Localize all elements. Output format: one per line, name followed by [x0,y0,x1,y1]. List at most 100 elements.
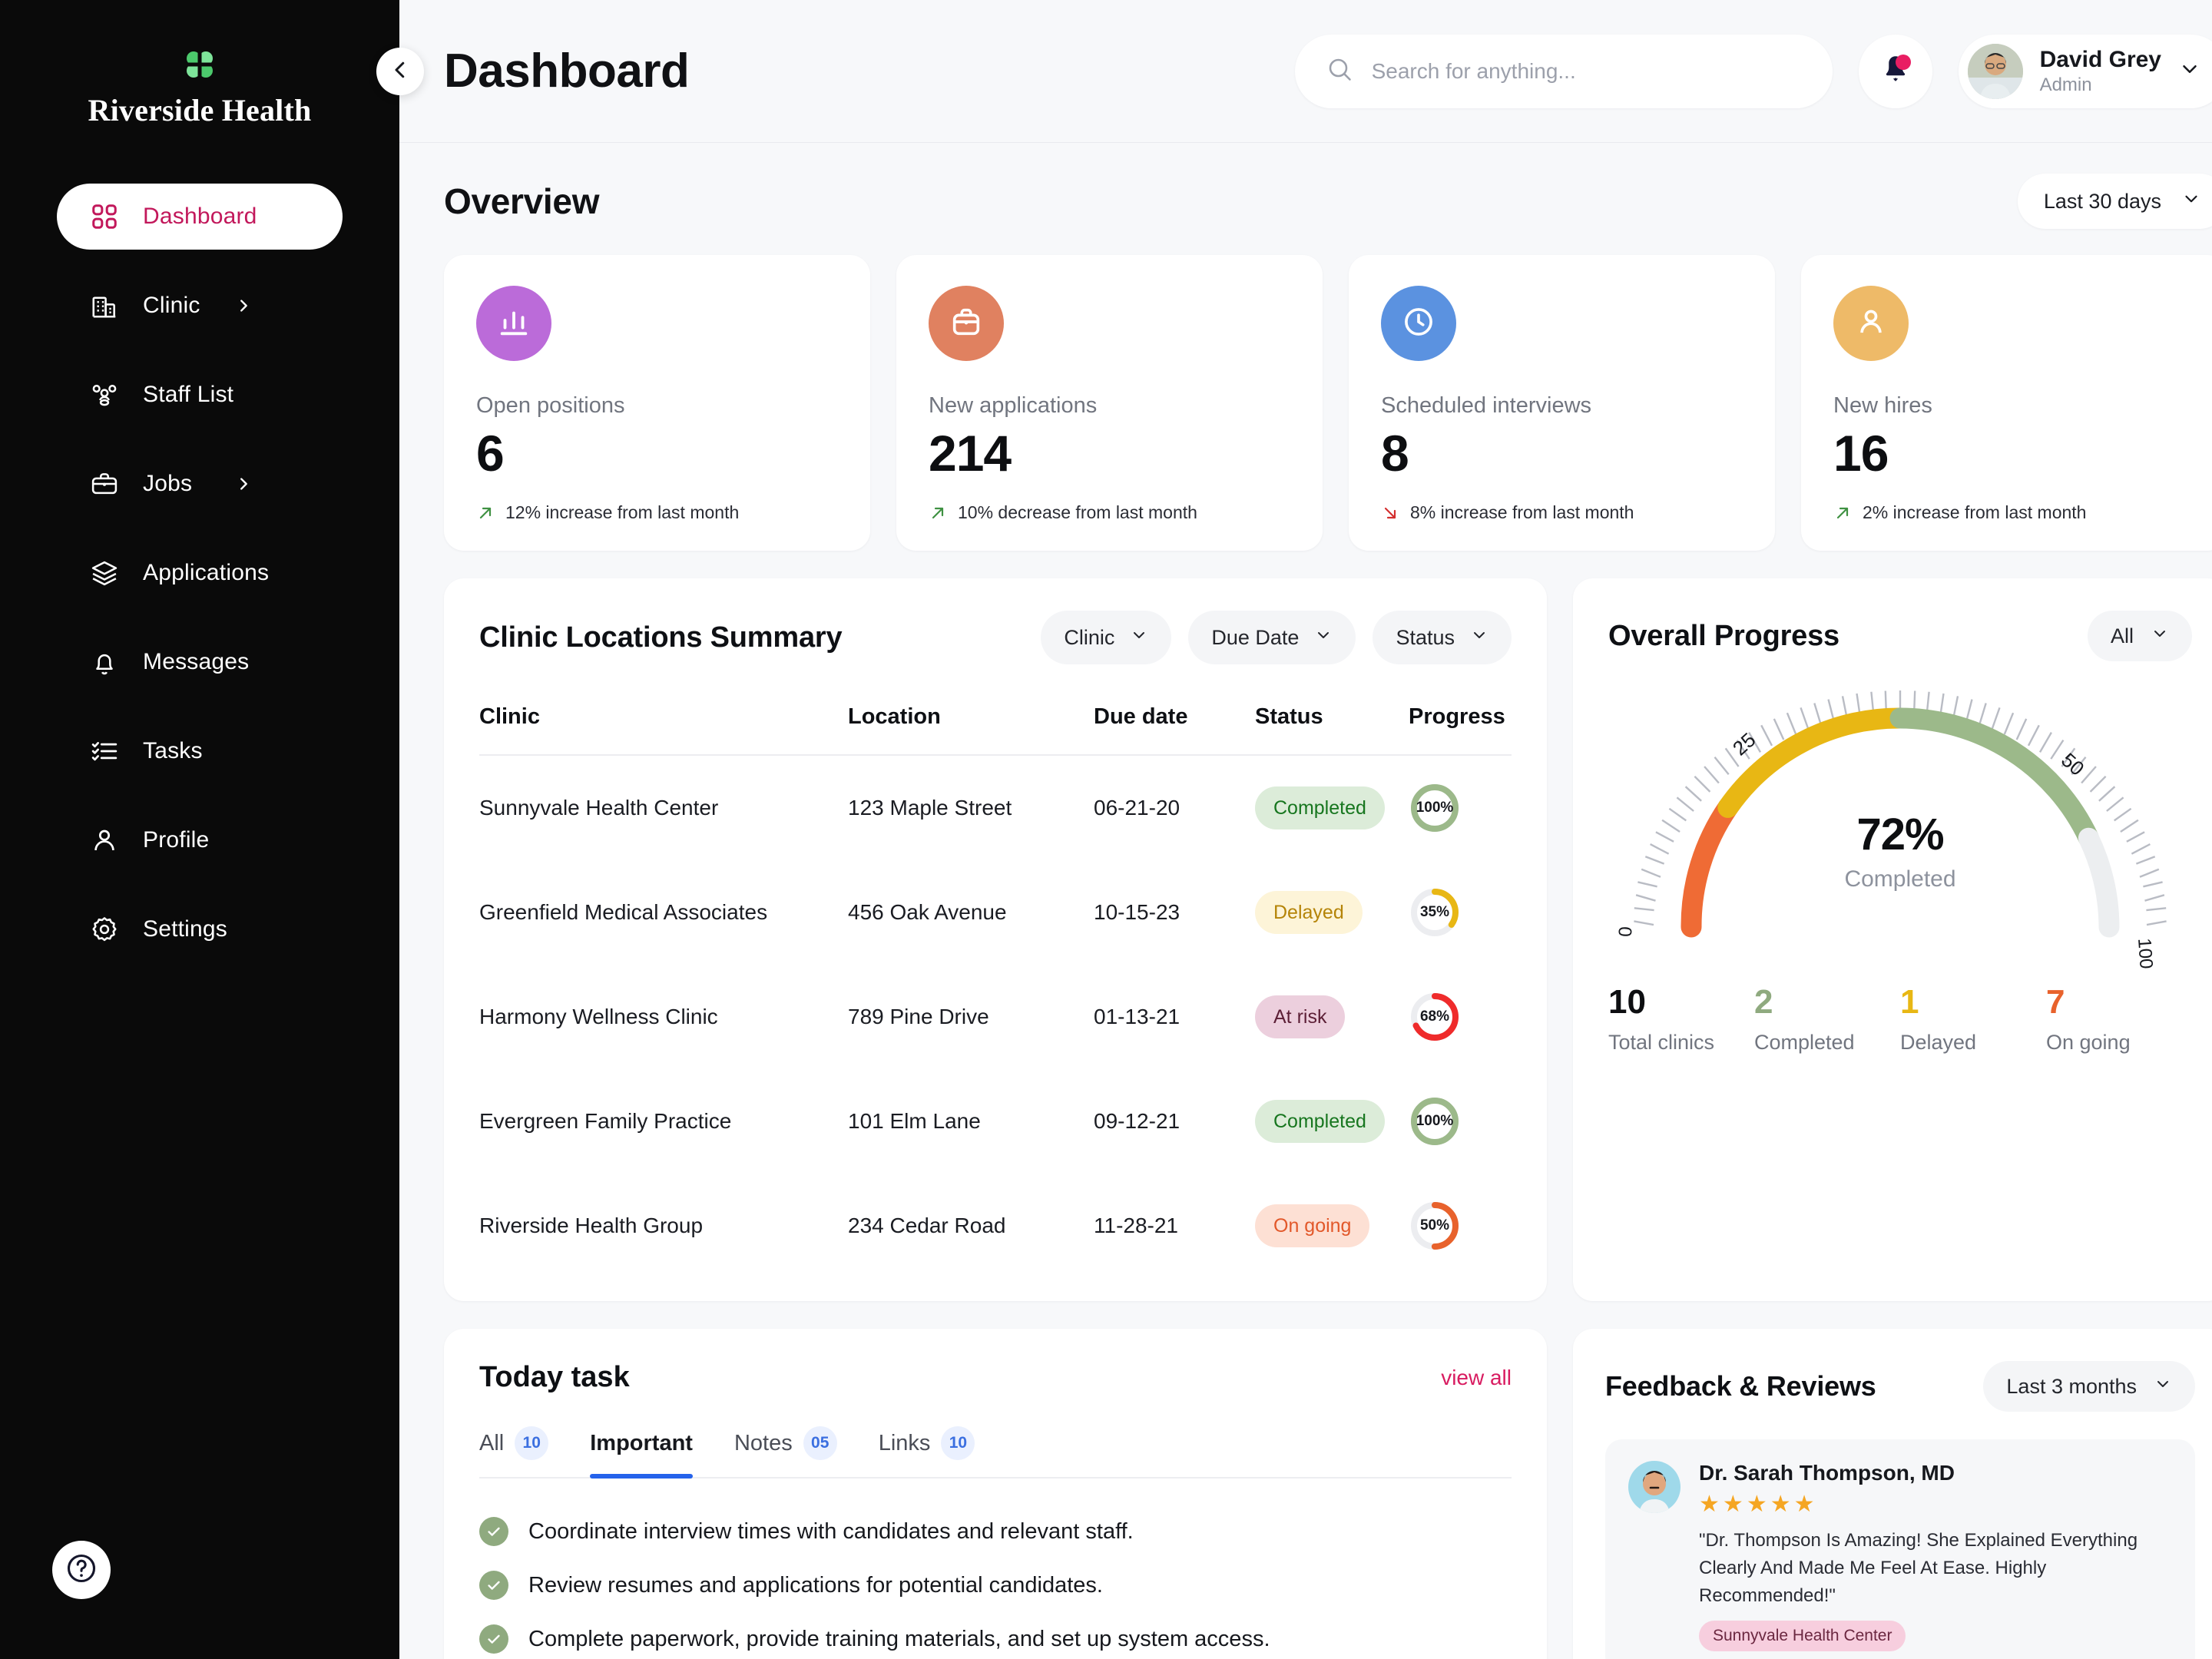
gauge-header: Overall Progress All [1608,611,2192,662]
filter-clinic[interactable]: Clinic [1041,611,1172,665]
status-badge: Completed [1255,786,1385,830]
cell-progress: 35% [1409,860,1512,965]
gauge-filter[interactable]: All [2087,611,2192,662]
stat-value: 214 [929,425,1012,482]
sidebar-item-settings[interactable]: Settings [57,896,343,962]
stat-card: Scheduled interviews 8 8% increase from … [1349,255,1775,551]
user-menu[interactable]: David Grey Admin [1958,34,2212,108]
cell-due-date: 06-21-20 [1094,796,1181,820]
stat-delta-text: 10% decrease from last month [958,502,1197,523]
arrow-down-icon [1381,504,1399,522]
overview-header: Overview Last 30 days [444,174,2212,229]
col-header-status: Status [1255,704,1409,757]
people-icon [89,379,120,410]
sidebar-item-clinic[interactable]: Clinic [57,273,343,339]
sidebar-item-staff-list[interactable]: Staff List [57,362,343,428]
stat-delta: 10% decrease from last month [929,502,1290,523]
tab-important[interactable]: Important [590,1426,693,1479]
stat-value: 8 [1381,425,1409,482]
user-meta: David Grey Admin [2040,46,2161,97]
sidebar-item-dashboard[interactable]: Dashboard [57,184,343,250]
cell-due-date: 09-12-21 [1094,1109,1181,1134]
chevron-down-icon [1314,626,1333,650]
bar-chart-icon [496,304,531,343]
table-row[interactable]: Greenfield Medical Associates 456 Oak Av… [479,860,1512,965]
brand-name: Riverside Health [88,93,312,127]
feedback-filter[interactable]: Last 3 months [1983,1361,2195,1412]
progress-ring: 35% [1409,886,1461,939]
col-header-location: Location [848,704,1094,757]
sidebar-item-messages[interactable]: Messages [57,629,343,695]
clover-icon [183,48,217,81]
filter-label: Due Date [1211,625,1300,649]
arrow-up-icon [1833,504,1852,522]
table-row[interactable]: Harmony Wellness Clinic 789 Pine Drive 0… [479,965,1512,1069]
question-circle-icon [65,1551,98,1589]
sidebar-item-label: Profile [143,827,210,853]
user-icon [1853,304,1889,343]
sidebar-item-tasks[interactable]: Tasks [57,718,343,784]
sidebar-item-label: Clinic [143,293,200,318]
stat-icon-wrap [929,286,1004,361]
page-title: Dashboard [444,45,690,98]
table-row[interactable]: Sunnyvale Health Center 123 Maple Street… [479,755,1512,860]
sidebar-item-label: Dashboard [143,204,257,229]
cell-status: Completed [1255,755,1409,860]
gauge-summary-item: 7 On going [2046,983,2192,1054]
feedback-filter-label: Last 3 months [2006,1374,2137,1398]
sidebar-item-jobs[interactable]: Jobs [57,451,343,517]
check-circle-icon[interactable] [479,1571,508,1601]
check-circle-icon[interactable] [479,1624,508,1654]
sidebar: Riverside Health Dashboard Clinic Staff … [0,0,424,1659]
task-item[interactable]: Review resumes and applications for pote… [479,1558,1512,1612]
topbar-actions: David Grey Admin [1294,34,2212,108]
gauge-summary-item: 2 Completed [1754,983,1900,1054]
search-bar[interactable] [1294,34,1833,108]
task-item[interactable]: Coordinate interview times with candidat… [479,1505,1512,1558]
help-button[interactable] [52,1541,111,1599]
task-card-header: Today task view all [479,1361,1512,1394]
stat-label: New hires [1833,393,1932,418]
summary-value: 2 [1754,983,1773,1022]
search-input[interactable] [1371,58,1802,84]
check-circle-icon[interactable] [479,1517,508,1547]
progress-ring: 68% [1409,991,1461,1043]
summary-label: Delayed [1900,1030,1977,1054]
progress-ring: 100% [1409,1095,1461,1147]
progress-value: 100% [1416,800,1454,816]
filter-due-date[interactable]: Due Date [1188,611,1356,665]
date-range-filter[interactable]: Last 30 days [2017,174,2212,229]
table-row[interactable]: Riverside Health Group 234 Cedar Road 11… [479,1174,1512,1278]
status-badge: On going [1255,1204,1370,1248]
review-clinic-chip: Sunnyvale Health Center [1699,1621,1906,1652]
notifications-button[interactable] [1858,34,1932,108]
tab-label: Important [590,1430,693,1455]
table-row[interactable]: Evergreen Family Practice 101 Elm Lane 0… [479,1069,1512,1174]
tab-notes[interactable]: Notes 05 [734,1426,837,1477]
briefcase-icon [949,304,984,343]
clinic-card-title: Clinic Locations Summary [479,621,843,654]
sidebar-item-profile[interactable]: Profile [57,807,343,873]
filter-label: Clinic [1064,625,1115,649]
progress-value: 68% [1419,1008,1450,1025]
clinic-filters: Clinic Due Date Status [1041,611,1512,665]
cell-progress: 50% [1409,1174,1512,1278]
feedback-header: Feedback & Reviews Last 3 months [1605,1361,2195,1412]
feedback-title: Feedback & Reviews [1605,1370,1876,1402]
view-all-link[interactable]: view all [1441,1366,1512,1390]
sidebar-collapse-button[interactable] [376,48,424,95]
task-item[interactable]: Complete paperwork, provide training mat… [479,1612,1512,1659]
tab-links[interactable]: Links 10 [879,1426,975,1477]
cell-progress: 100% [1409,755,1512,860]
chevron-down-icon [2181,189,2201,214]
arrow-up-icon [476,504,495,522]
cell-due-date: 11-28-21 [1094,1214,1179,1238]
avatar [1628,1461,1681,1514]
user-role: Admin [2039,75,2092,96]
main-content: Overview Last 30 days Open positions 6 1… [399,143,2212,1659]
filter-status[interactable]: Status [1373,611,1512,665]
tab-all[interactable]: All 10 [479,1426,549,1477]
feedback-reviews-card: Feedback & Reviews Last 3 months Dr. Sar… [1573,1329,2212,1659]
sidebar-item-applications[interactable]: Applications [57,540,343,606]
checklist-icon [89,736,120,767]
